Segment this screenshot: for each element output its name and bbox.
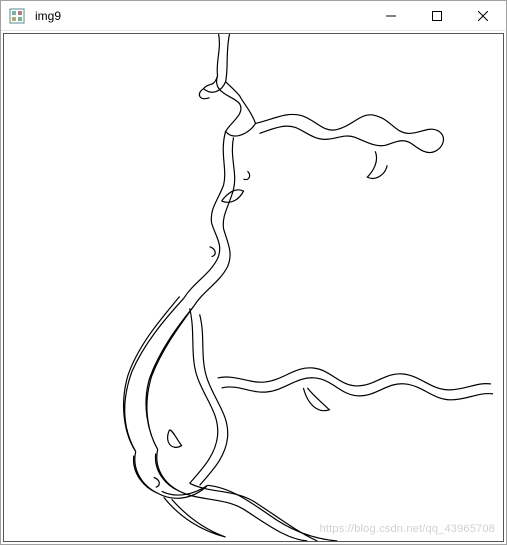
window-controls — [368, 1, 506, 30]
app-icon — [9, 8, 25, 24]
application-window: img9 — [0, 0, 507, 545]
maximize-icon — [432, 11, 442, 21]
minimize-button[interactable] — [368, 1, 414, 30]
close-icon — [478, 11, 488, 21]
close-button[interactable] — [460, 1, 506, 30]
minimize-icon — [386, 11, 396, 21]
edge-image — [4, 34, 503, 541]
image-viewport: https://blog.csdn.net/qq_43965708 — [3, 33, 504, 542]
window-title: img9 — [33, 9, 368, 23]
maximize-button[interactable] — [414, 1, 460, 30]
titlebar: img9 — [1, 1, 506, 31]
